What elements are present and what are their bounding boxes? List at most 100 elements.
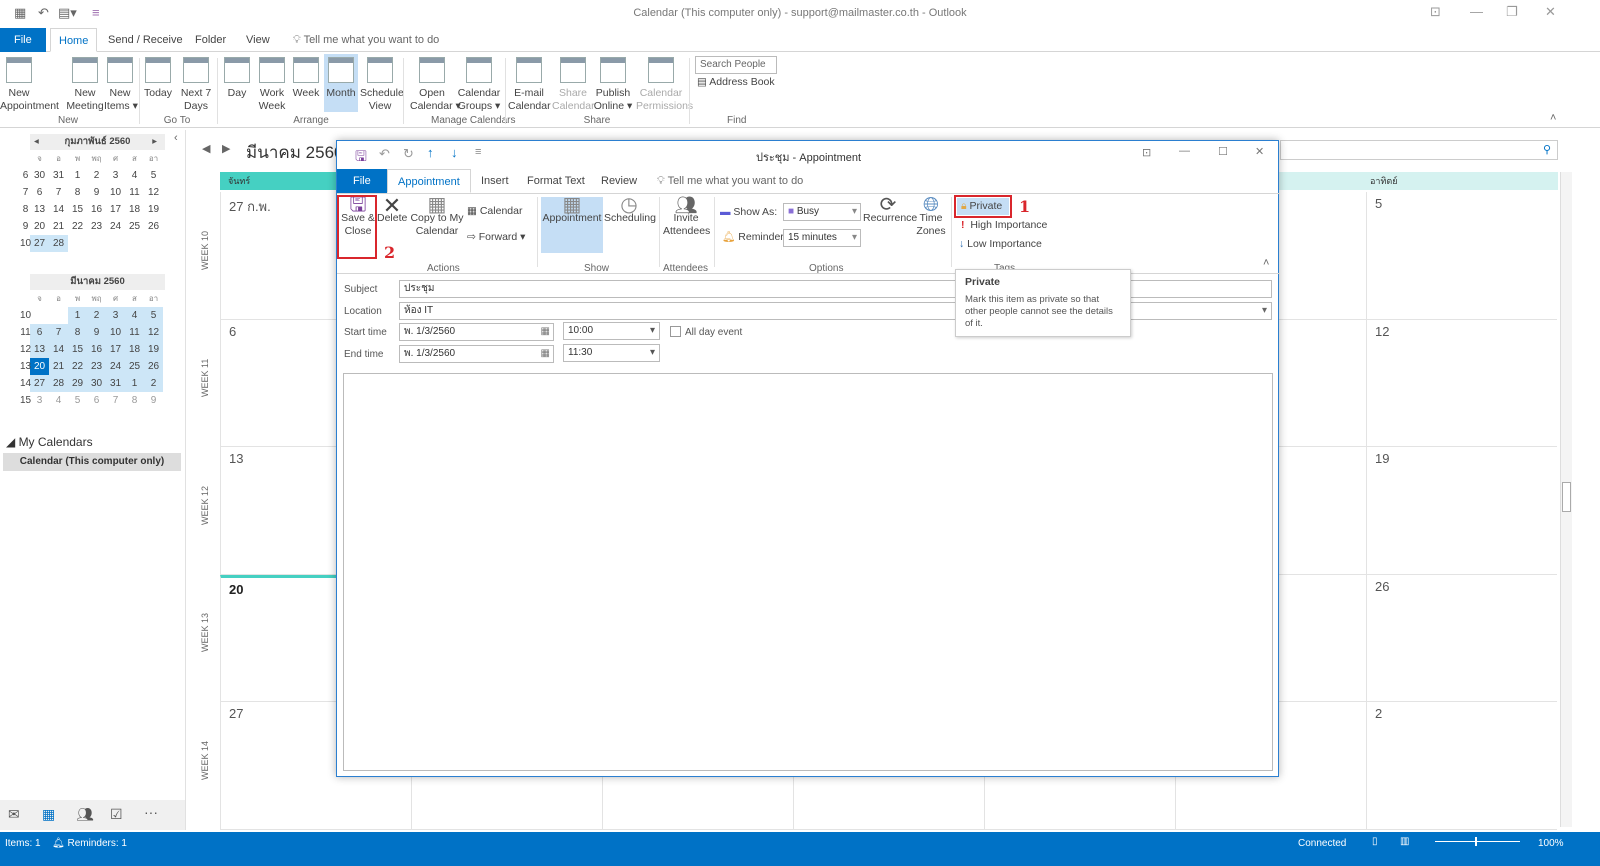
mini-calendar-day[interactable]: 12 [144,324,163,341]
maximize-button[interactable]: ☐ [1218,145,1228,158]
prev-month-icon[interactable]: ◀ [202,142,210,155]
date-picker-icon[interactable]: ▦ [541,324,550,340]
calendar-icon[interactable]: ▦ [42,806,55,823]
tasks-icon[interactable]: ☑ [110,806,123,823]
start-time-select[interactable]: 10:00 ▾ [563,322,660,340]
address-book-button[interactable]: ▤ Address Book [697,76,775,89]
show-as-select[interactable]: ■ Busy ▾ [783,203,861,221]
mini-calendar-day[interactable]: 5 [144,307,163,324]
mini-calendar-day[interactable]: 25 [125,218,144,235]
tab-view[interactable]: View [238,28,278,52]
search-people-input[interactable]: Search People [695,56,777,74]
search-calendar-input[interactable]: ⚲ [1280,140,1558,160]
ribbon-button-day[interactable]: Day [222,54,252,112]
calendar-item[interactable]: Calendar (This computer only) [3,453,181,471]
ribbon-button-week[interactable]: Week [290,54,322,112]
day-cell[interactable]: 12 [1366,319,1557,447]
mini-calendar-day[interactable]: 5 [68,392,87,409]
mini-calendar-day[interactable]: 17 [106,341,125,358]
mini-calendar-day[interactable]: 1 [68,167,87,184]
mini-calendar-day[interactable]: 7 [49,184,68,201]
scrollbar-thumb[interactable] [1562,482,1571,512]
mini-calendar-day[interactable]: 22 [68,218,87,235]
ribbon-button-month[interactable]: Month [324,54,358,112]
mini-calendar-day[interactable] [106,235,125,252]
mini-calendar-day[interactable] [68,235,87,252]
ribbon-button-calendar-permissions[interactable]: Calendar Permissions [636,54,693,112]
mini-calendar-day[interactable]: 18 [125,341,144,358]
mini-calendar-day[interactable]: 22 [68,358,87,375]
date-picker-icon[interactable]: ▦ [541,346,550,362]
mini-calendar-day[interactable]: 26 [144,218,163,235]
mini-calendar-day[interactable]: 21 [49,218,68,235]
low-importance-button[interactable]: ↓ Low Importance [959,238,1042,251]
mini-calendar-day[interactable]: 23 [87,218,106,235]
ribbon-display-icon[interactable]: ⊡ [1142,146,1151,159]
appointment-view-button[interactable]: ▦ Appointment [541,195,603,253]
mini-calendar-day[interactable]: 25 [125,358,144,375]
mini-calendar-day[interactable]: 14 [49,201,68,218]
mini-calendar-day[interactable]: 11 [125,184,144,201]
notes-body[interactable] [343,373,1273,771]
mini-calendar-day[interactable]: 1 [125,375,144,392]
end-date-input[interactable]: พ. 1/3/2560 ▦ [399,345,554,363]
mini-calendar-day[interactable] [144,235,163,252]
recurrence-button[interactable]: ⟳ Recurrence [863,195,917,225]
ribbon-button-new-items[interactable]: New Items ▾ [104,54,138,112]
mini-calendar-day[interactable]: 24 [106,358,125,375]
ribbon-button-next-7-days[interactable]: Next 7 Days [178,54,214,112]
mini-calendar-day[interactable]: 9 [87,324,106,341]
mini-calendar-day[interactable]: 5 [144,167,163,184]
mini-calendar-day[interactable]: 12 [144,184,163,201]
day-cell[interactable]: 19 [1366,447,1557,575]
mini-calendar-day[interactable]: 16 [87,341,106,358]
scrollbar[interactable] [1560,172,1572,827]
people-icon[interactable]: 👥︎ [76,806,94,823]
mini-calendar-day[interactable]: 8 [125,392,144,409]
invite-attendees-button[interactable]: 👥︎ Invite Attendees [663,196,710,238]
mini-calendar-day[interactable]: 18 [125,201,144,218]
ribbon-button-today[interactable]: Today [140,54,176,112]
reminder-select[interactable]: 15 minutes ▾ [783,229,861,247]
delete-button[interactable]: ✕ Delete [377,195,407,225]
mini-calendar-day[interactable]: 14 [49,341,68,358]
collapse-ribbon-icon[interactable]: ˄ [1550,112,1556,124]
mini-calendar-day[interactable]: 11 [125,324,144,341]
mini-calendar-day[interactable]: 16 [87,201,106,218]
high-importance-button[interactable]: ! High Importance [961,219,1047,232]
ribbon-button-publish-online[interactable]: Publish Online ▾ [592,54,634,112]
mini-calendar-day[interactable]: 4 [125,167,144,184]
mini-calendar-day[interactable]: 24 [106,218,125,235]
reading-view-icon[interactable]: ▥ [1400,836,1409,847]
my-calendars-header[interactable]: ◢ My Calendars [6,435,93,449]
mini-calendar-day[interactable]: 21 [49,358,68,375]
close-button[interactable]: ✕ [1255,145,1264,158]
mini-calendar-day[interactable]: 7 [49,324,68,341]
ribbon-button-new-appointment[interactable]: New Appointment [0,54,59,112]
ribbon-button-e-mail-calendar[interactable]: E-mail Calendar [508,54,551,112]
zoom-slider-thumb[interactable] [1475,837,1477,846]
ribbon-button-new-meeting[interactable]: New Meeting [66,54,104,112]
day-cell[interactable]: 26 [1366,574,1557,702]
mini-calendar-day[interactable]: 15 [68,341,87,358]
mini-calendar-day[interactable]: 10 [106,184,125,201]
tab-home[interactable]: Home [50,28,98,52]
mini-calendar-day[interactable]: 9 [144,392,163,409]
ribbon-display-icon[interactable]: ⊡ [1430,4,1441,20]
calendar-button[interactable]: ▦ Calendar [467,205,522,218]
close-button[interactable]: ✕ [1545,4,1556,20]
dialog-tab-format-text[interactable]: Format Text [517,169,595,193]
ribbon-button-schedule-view[interactable]: Schedule View [360,54,404,112]
restore-button[interactable]: ❐ [1506,4,1518,20]
mini-calendar-day[interactable]: 31 [49,167,68,184]
mini-calendar-day[interactable]: 2 [144,375,163,392]
mini-calendar-day[interactable]: 8 [68,324,87,341]
dialog-tab-insert[interactable]: Insert [471,169,519,193]
mini-calendar-day[interactable]: 2 [87,167,106,184]
reminders-count[interactable]: 🔔︎ Reminders: 1 [52,838,127,849]
mini-calendar-day[interactable]: 31 [106,375,125,392]
mini-calendar-day[interactable]: 19 [144,341,163,358]
mini-calendar-day[interactable]: 28 [49,235,68,252]
next-month-icon[interactable]: ▸ [152,134,157,150]
dialog-tab-file[interactable]: File [337,169,387,193]
